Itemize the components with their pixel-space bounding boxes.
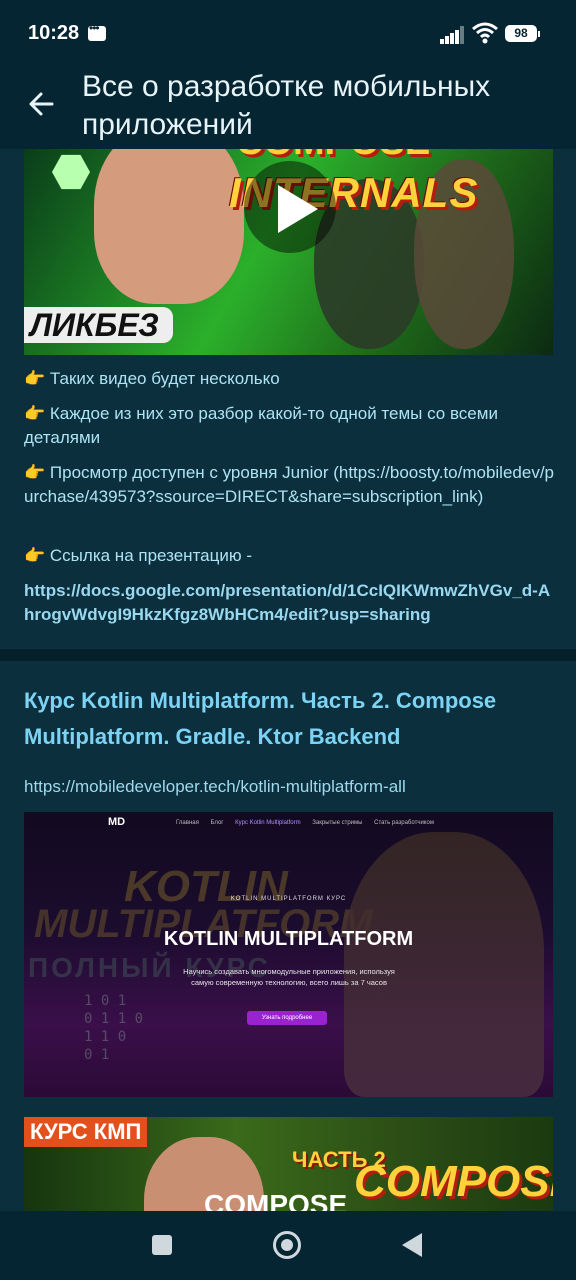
home-button[interactable]: [273, 1231, 301, 1259]
arrow-left-icon[interactable]: [24, 86, 60, 122]
battery-icon: 98: [505, 25, 540, 42]
preview-headline: KOTLIN MULTIPLATFORM: [163, 928, 414, 950]
point-right-emoji: 👉: [24, 546, 46, 565]
preview-description: Научись создавать многомодульные приложе…: [183, 967, 395, 987]
course-compose-title: COMPOSE: [354, 1157, 553, 1206]
system-nav-bar: [0, 1211, 576, 1280]
recents-button[interactable]: [152, 1235, 172, 1255]
wifi-icon: [472, 22, 498, 44]
status-time: 10:28: [28, 22, 80, 44]
preview-nav: MD Главная Блог Курс Kotlin Multiplatfor…: [24, 812, 553, 834]
post-line: 👉 Таких видео будет несколько: [24, 369, 280, 388]
preview-nav-item: Стать разработчиком: [374, 820, 434, 826]
feed[interactable]: COMPOSE INTERNALS ЛИКБЕЗ 👉 Таких видео б…: [0, 149, 576, 1211]
presentation-link[interactable]: https://docs.google.com/presentation/d/1…: [24, 579, 556, 627]
course-thumbnail[interactable]: КУРС КМП ЧАСТЬ 2 COMPOSE COMPOSE: [24, 1117, 553, 1211]
course-tag: КУРС КМП: [24, 1117, 148, 1147]
hexagon-logo-icon: [52, 154, 90, 190]
preview-logo: MD: [108, 816, 126, 828]
post-title-link[interactable]: Курс Kotlin Multiplatform. Часть 2. Comp…: [24, 683, 544, 755]
post-line: 👉 Ссылка на презентацию -: [24, 546, 252, 565]
point-right-emoji: 👉: [24, 369, 46, 388]
thumbnail-badge: ЛИКБЕЗ: [24, 307, 173, 343]
preview-cta-button: Узнать подробнее: [247, 1011, 327, 1025]
preview-person: [344, 832, 544, 1097]
status-bar: 10:28 98: [0, 0, 576, 64]
preview-binary-decoration: 1 0 10 1 1 01 1 00 1: [84, 993, 144, 1063]
preview-kicker: KOTLIN MULTIPLATFORM КУРС: [230, 896, 347, 902]
signal-icon: [440, 26, 464, 44]
preview-nav-item: Закрытые стримы: [312, 820, 363, 826]
app-header: Все о разработке мобильных приложений: [0, 64, 576, 149]
post-url-link[interactable]: https://mobiledeveloper.tech/kotlin-mult…: [24, 777, 406, 797]
post-divider: [0, 649, 576, 661]
preview-nav-item: Главная: [176, 820, 199, 826]
link-preview-image[interactable]: KOTLIN MULTIPLATFORM ПОЛНЫЙ КУРС 1 0 10 …: [24, 812, 553, 1097]
play-button[interactable]: [244, 161, 336, 253]
course-compose-title-white: COMPOSE: [204, 1189, 348, 1211]
video-thumbnail[interactable]: COMPOSE INTERNALS ЛИКБЕЗ: [24, 149, 553, 355]
preview-nav-item: Блог: [210, 820, 224, 826]
page-title: Все о разработке мобильных приложений: [82, 70, 491, 141]
point-right-emoji: 👉: [24, 463, 46, 482]
thumbnail-person: [94, 149, 244, 304]
back-button[interactable]: [402, 1233, 422, 1257]
post-line: 👉 Каждое из них это разбор какой-то одно…: [24, 404, 498, 447]
thumbnail-title-top: COMPOSE: [236, 149, 430, 164]
post-line: 👉 Просмотр доступен с уровня Junior (htt…: [24, 463, 555, 506]
message-icon: [88, 21, 106, 41]
point-right-emoji: 👉: [24, 404, 46, 423]
preview-nav-item: Курс Kotlin Multiplatform: [235, 820, 301, 826]
